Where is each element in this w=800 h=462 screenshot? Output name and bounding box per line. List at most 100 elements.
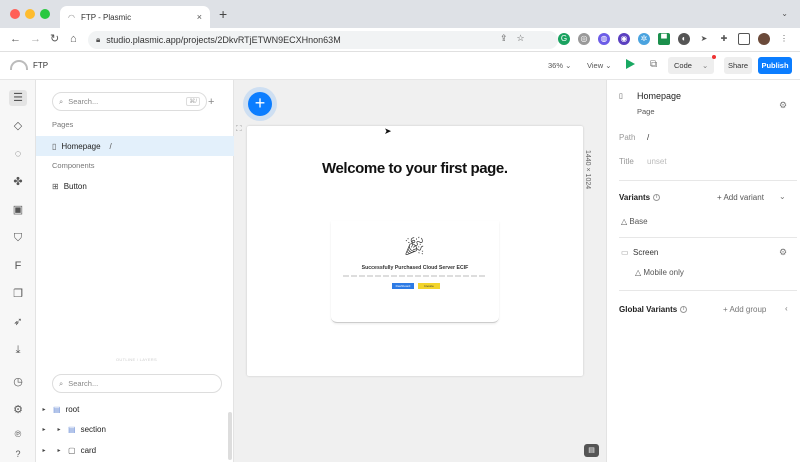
add-item-button[interactable]: + [208,96,214,108]
plasmic-p-icon[interactable]: ℗ [9,426,27,442]
page-doc-icon: ▯ [619,93,623,100]
screen-group-icon: ▭ [621,248,629,257]
extension-icon[interactable]: ▀ [658,33,670,45]
copy-tab-icon[interactable]: ❐ [9,286,27,302]
tree-row-label: root [65,404,80,414]
info-icon[interactable]: i [653,194,661,202]
section-icon: ▤ [68,424,76,434]
tree-scrollbar[interactable] [228,412,232,460]
maximize-window-button[interactable] [40,9,50,19]
expand-caret-icon[interactable]: ▸ [40,426,48,433]
expand-caret-icon[interactable]: ▸ [55,426,63,433]
fonts-tab-icon[interactable]: F [9,258,27,274]
extension-icon[interactable]: ◐ [678,33,690,45]
card-title: Successfully Purchased Cloud Server ECIF [361,265,469,271]
home-icon[interactable]: ⌂ [70,33,77,46]
tree-search-input[interactable]: ⌕ Search... [52,374,222,393]
artboard-frame[interactable]: Welcome to your first page. 🎉︎ Successfu… [247,126,583,376]
add-variant-button[interactable]: + Add variant [717,193,764,202]
new-tab-button[interactable]: + [219,7,227,21]
info-icon[interactable]: i [680,306,688,314]
extensions-puzzle-icon[interactable]: ✚ [718,33,730,45]
chat-support-icon[interactable]: ▤ [584,444,599,457]
browser-tab[interactable]: ◠ FTP - Plasmic × [60,6,210,28]
page-settings-gear-icon[interactable]: ⚙ [779,100,787,111]
plasmic-logo-icon[interactable] [10,60,28,70]
mobile-only-variant-row[interactable]: △ Mobile only [635,268,684,277]
extension-icon[interactable]: ◉ [618,33,630,45]
extension-icon[interactable]: ◎ [578,33,590,45]
tree-row-label: section [80,424,106,434]
share-button[interactable]: Share [724,57,752,74]
share-page-icon[interactable]: ⇪ [500,33,508,44]
card-primary-button[interactable]: Dashboard [392,283,414,289]
card-secondary-button[interactable]: Invoice [418,283,440,289]
mixins-tab-icon[interactable]: ✤ [9,174,27,190]
settings-gear-icon[interactable]: ⚙ [9,402,27,418]
publish-button[interactable]: Publish [758,57,792,74]
extension-icon[interactable]: ◍ [598,33,610,45]
root-icon: ▤ [53,404,61,414]
forward-icon[interactable]: → [30,33,41,46]
preview-play-icon[interactable] [626,59,635,69]
bookmark-star-icon[interactable]: ☆ [517,33,525,44]
extension-icon[interactable]: ✲ [638,33,650,45]
pages-search-input[interactable]: ⌕ Search... ⌘/ [52,92,207,111]
expand-caret-icon[interactable]: ▸ [40,406,48,413]
browser-menu-icon[interactable]: ⋮ [778,33,790,45]
themes-tab-icon[interactable]: ⛉ [9,230,27,246]
expand-caret-icon[interactable]: ▸ [55,447,63,454]
view-menu[interactable]: View ⌄ [587,61,612,70]
panel-resize-divider[interactable]: OUTLINE / LAYERS [116,357,157,362]
welcome-heading[interactable]: Welcome to your first page. [322,160,522,177]
extension-icon[interactable]: ➤ [698,33,710,45]
grammarly-extension-icon[interactable]: G [558,33,570,45]
base-variant-icon: △ [621,217,628,226]
images-tab-icon[interactable]: ▣ [9,202,27,218]
variants-label: Variants [619,193,651,202]
frame-select-icon[interactable]: ⛶ [236,124,242,134]
path-value-field[interactable]: / [647,133,649,142]
search-icon: ⌕ [59,378,64,388]
base-variant-row[interactable]: △ Base [621,217,648,226]
help-icon[interactable]: ? [9,446,27,462]
tokens-tab-icon[interactable]: ◌ [9,146,27,162]
profile-avatar[interactable] [758,33,770,45]
tab-search-icon[interactable]: ⌄ [781,9,788,18]
close-window-button[interactable] [10,9,20,19]
add-group-button[interactable]: + Add group [723,305,766,314]
history-tab-icon[interactable]: ◷ [9,374,27,390]
reload-icon[interactable]: ↻ [50,33,59,46]
components-tab-icon[interactable]: ◇ [9,118,27,134]
card-element[interactable]: 🎉︎ Successfully Purchased Cloud Server E… [331,221,499,323]
page-item-homepage[interactable]: ▯ Homepage / [36,136,234,156]
zoom-dropdown[interactable]: 36% ⌄ [548,61,571,70]
expand-caret-icon[interactable]: ▸ [40,447,48,454]
tree-row-section[interactable]: ▸ ▸ ▤ section [36,420,234,438]
title-input[interactable]: unset [647,157,667,166]
variants-menu-chevron-icon[interactable]: ⌄ [779,192,786,201]
component-icon: ⊞ [52,181,59,191]
screen-settings-gear-icon[interactable]: ⚙ [779,247,787,258]
properties-panel: ▯ Homepage Page ⚙ Path / Title unset Var… [606,80,800,462]
import-tab-icon[interactable]: ⤓ [9,342,27,358]
sidebar-toggle-icon[interactable] [738,33,750,45]
component-item-button[interactable]: ⊞ Button [36,176,234,196]
mobile-only-label: Mobile only [643,268,684,277]
code-button[interactable]: Code ⌄ [668,55,716,74]
launch-tab-icon[interactable]: ➶ [9,314,27,330]
outline-tab-icon[interactable]: ☰ [9,90,27,106]
tree-row-root[interactable]: ▸ ▤ root [36,400,234,418]
minimize-window-button[interactable] [25,9,35,19]
project-name[interactable]: FTP [33,61,48,70]
back-icon[interactable]: ← [10,33,21,46]
party-popper-icon: 🎉︎ [403,236,426,256]
design-canvas[interactable]: + ⛶ Welcome to your first page. 🎉︎ Succe… [234,80,606,462]
tab-close-icon[interactable]: × [197,12,202,22]
tree-row-card[interactable]: ▸ ▸ ▢ card [36,441,234,459]
open-external-icon[interactable]: ⧉ [650,59,657,71]
url-field[interactable]: 🔒︎ studio.plasmic.app/projects/2DkvRTjET… [88,31,558,49]
page-icon: ▯ [52,141,57,151]
insert-add-button[interactable]: + [248,92,272,116]
collapse-chevron-icon[interactable]: ‹ [785,304,788,313]
